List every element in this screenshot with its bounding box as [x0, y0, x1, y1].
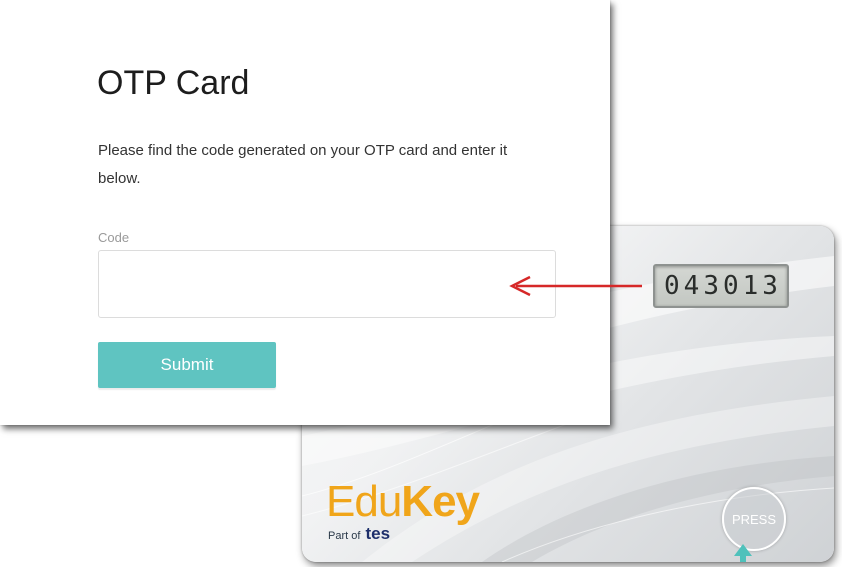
code-field-label: Code [98, 230, 130, 245]
press-button[interactable]: PRESS [722, 487, 786, 551]
code-input[interactable] [98, 250, 556, 318]
press-label: PRESS [731, 511, 777, 527]
brand-wordmark: EduKey [326, 478, 506, 526]
otp-form-panel: OTP Card Please find the code generated … [0, 0, 610, 425]
brand-tagline: Part of tes [328, 524, 506, 544]
otp-display-code: 043013 [664, 271, 782, 301]
otp-lcd-display: 043013 [653, 264, 789, 308]
instructions-text: Please find the code generated on your O… [98, 142, 508, 187]
submit-button[interactable]: Submit [98, 342, 276, 388]
otp-login-screen: 043013 EduKey Part of tes PRESS OTP Card… [0, 0, 842, 567]
brand-tagline-prefix: Part of [328, 530, 361, 542]
edukey-logo: EduKey Part of tes [326, 478, 506, 548]
brand-primary-text: Edu [326, 477, 402, 526]
brand-secondary-text: Key [401, 477, 480, 526]
pointer-icon [734, 544, 752, 562]
page-title: OTP Card [97, 64, 250, 102]
arrow-left-icon [509, 275, 642, 297]
brand-tagline-name: tes [365, 524, 391, 543]
